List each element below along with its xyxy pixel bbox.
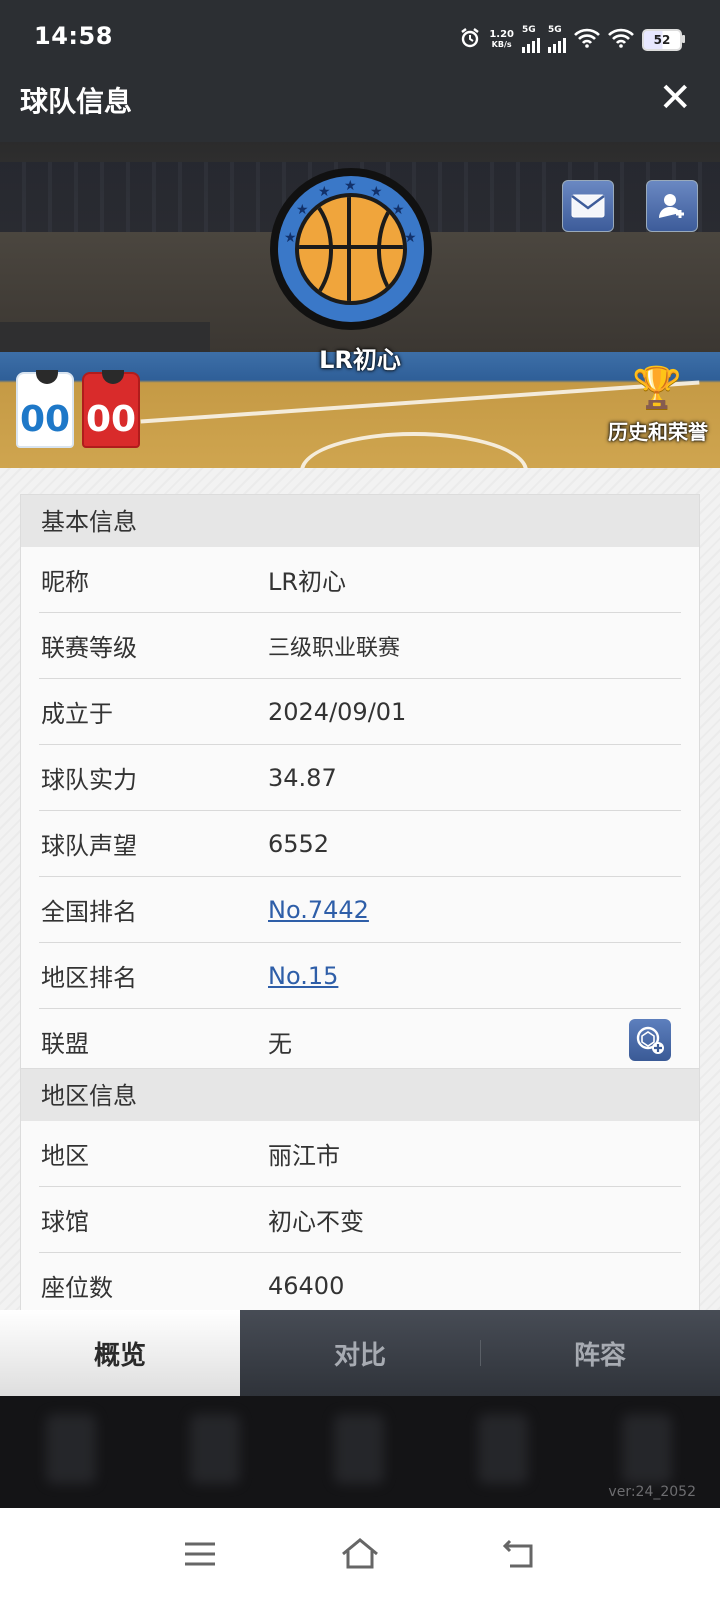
battery-icon: 52 [642,28,685,51]
back-icon [502,1539,533,1568]
home-button[interactable] [336,1530,384,1578]
row-value: 2024/09/01 [268,697,407,726]
row-value: 46400 [268,1271,345,1300]
row-value: LR初心 [268,568,347,596]
home-jersey[interactable]: 00 [16,370,74,448]
menu-button[interactable] [176,1530,224,1578]
nav-placeholder [334,1414,384,1484]
section-title: 地区信息 [21,1069,699,1121]
status-icons: 1.20 KB/s 5G 5G 52 [459,26,685,53]
network-speed-value: 1.20 [489,28,514,40]
add-user-icon [659,194,684,218]
nav-placeholder [478,1414,528,1484]
wifi-icon [574,28,600,51]
row-label: 地区排名 [41,964,137,992]
back-button[interactable] [496,1530,544,1578]
row-label: 球队实力 [41,766,137,794]
info-row-arena: 球馆 初心不变 [39,1187,681,1253]
bottom-tabs: 概览 对比 阵容 [0,1310,720,1396]
row-value: 丽江市 [268,1142,340,1170]
team-info-content[interactable]: 基本信息 昵称 LR初心 联赛等级 三级职业联赛 成立于 2024/09/01 … [0,468,720,1310]
message-button[interactable] [562,180,614,232]
nav-placeholder [190,1414,240,1484]
row-label: 联盟 [41,1030,89,1058]
away-jersey[interactable]: 00 [82,370,140,448]
regional-rank-link[interactable]: No.15 [268,962,338,990]
trophy-icon[interactable]: 🏆 [632,364,682,411]
info-row-national-rank: 全国排名 No.7442 [39,877,681,943]
network-speed: 1.20 KB/s [489,28,514,50]
info-row-regional-rank: 地区排名 No.15 [39,943,681,1009]
info-row-founded: 成立于 2024/09/01 [39,679,681,745]
add-friend-button[interactable] [646,180,698,232]
row-label: 全国排名 [41,898,137,926]
row-label: 成立于 [41,700,113,728]
row-label: 联赛等级 [41,634,137,662]
alliance-add-icon [636,1026,664,1054]
section-title: 基本信息 [21,495,699,547]
row-label: 地区 [41,1142,89,1170]
row-value: 三级职业联赛 [268,635,401,661]
signal-icon: 5G [522,26,540,53]
status-time: 14:58 [34,22,113,50]
info-row-region: 地区 丽江市 [39,1121,681,1187]
team-logo: ★ ★ ★ ★ ★ ★ ★ [270,168,432,330]
info-row-prestige: 球队声望 6552 [39,811,681,877]
nav-placeholder [46,1414,96,1484]
info-row-seats: 座位数 46400 [39,1253,681,1310]
row-value: 初心不变 [268,1208,364,1236]
basketball-icon [295,193,407,305]
mail-icon [571,194,605,218]
team-banner: ★ ★ ★ ★ ★ ★ ★ LR初心 00 00 🏆 历史和荣誉 [0,142,720,468]
tab-compare[interactable]: 对比 [240,1310,480,1396]
row-value: 无 [268,1030,292,1058]
row-value: 6552 [268,829,330,858]
signal-label: 5G [522,25,536,35]
basic-info-card: 基本信息 昵称 LR初心 联赛等级 三级职业联赛 成立于 2024/09/01 … [20,494,700,1075]
national-rank-link[interactable]: No.7442 [268,896,369,924]
home-icon [342,1538,378,1569]
info-row-nickname: 昵称 LR初心 [39,547,681,613]
history-honors-link[interactable]: 历史和荣誉 [608,416,708,445]
row-label: 球馆 [41,1208,89,1236]
row-label: 座位数 [41,1274,113,1302]
signal-label: 5G [548,25,562,35]
menu-icon [185,1542,215,1566]
region-info-card: 地区信息 地区 丽江市 球馆 初心不变 座位数 46400 [20,1068,700,1310]
close-button[interactable]: ✕ [658,74,692,122]
row-value: 34.87 [268,763,337,792]
page-title: 球队信息 [20,85,133,118]
tab-roster[interactable]: 阵容 [480,1310,720,1396]
wifi-icon [608,28,634,51]
tab-overview[interactable]: 概览 [0,1310,240,1396]
status-bar: 14:58 1.20 KB/s 5G 5G 52 [0,0,720,56]
info-row-alliance: 联盟 无 [39,1009,681,1074]
game-bottom-nav: ver:24_2052 [0,1396,720,1508]
info-row-strength: 球队实力 34.87 [39,745,681,811]
title-bar: 球队信息 ✕ [0,56,720,142]
nav-placeholder [622,1414,672,1484]
row-label: 昵称 [41,568,89,596]
version-label: ver:24_2052 [608,1484,696,1500]
signal-icon: 5G [548,26,566,53]
join-alliance-button[interactable] [629,1019,671,1061]
network-speed-unit: KB/s [491,39,512,49]
alarm-icon [459,27,481,52]
system-nav-bar [0,1508,720,1600]
row-label: 球队声望 [41,832,137,860]
info-row-league: 联赛等级 三级职业联赛 [39,613,681,679]
